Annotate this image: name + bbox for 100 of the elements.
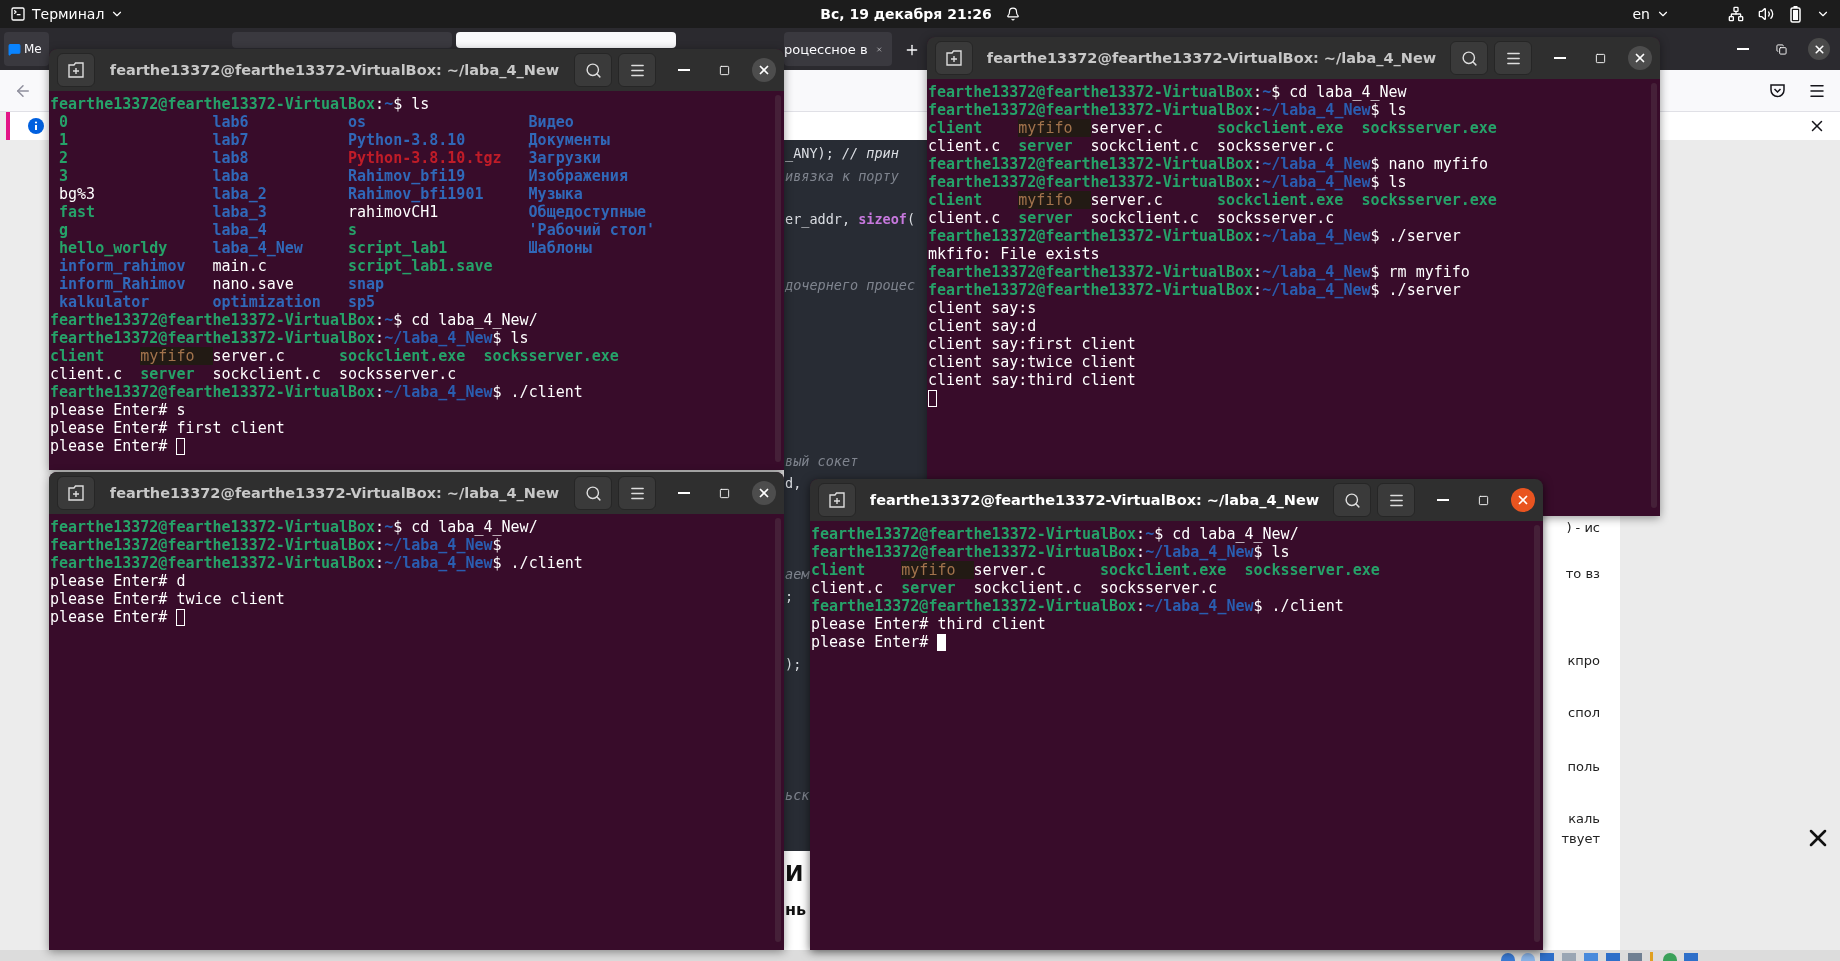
app-menu[interactable]: Терминал	[10, 6, 125, 22]
new-tab-icon	[828, 491, 846, 509]
file-name: snap	[348, 275, 386, 293]
list-item[interactable]: кпро	[1567, 651, 1600, 671]
file-name: lab6	[212, 113, 250, 131]
heading-text: И	[785, 861, 804, 886]
file-name: lab7	[212, 131, 250, 149]
close-button[interactable]	[1808, 38, 1830, 60]
file-name: 'Рабочий стол'	[528, 221, 656, 239]
battery-icon[interactable]	[1788, 5, 1802, 23]
browser-tab[interactable]: роцессное в	[784, 32, 892, 66]
terminal-line: fearthe13372@fearthe13372-VirtualBox:~$ cd laba_4_New/	[50, 311, 538, 329]
terminal-line: fearthe13372@fearthe13372-VirtualBox:~/laba_4_New$ ./client	[50, 554, 583, 572]
new-tab-button[interactable]	[818, 483, 856, 517]
list-item[interactable]: поль	[1567, 757, 1600, 777]
close-icon	[1516, 493, 1530, 507]
minimize-icon	[678, 492, 690, 494]
close-button[interactable]	[1628, 46, 1652, 70]
terminal-line: fearthe13372@fearthe13372-VirtualBox:~/laba_4_New$ rm myfifo	[928, 263, 1470, 281]
code-line: дочернего процес	[785, 276, 916, 295]
minimize-icon	[1554, 57, 1566, 59]
heading-text: нь	[785, 900, 807, 919]
close-icon	[757, 63, 771, 77]
menu-button[interactable]	[1377, 483, 1415, 517]
new-tab-button[interactable]	[935, 41, 973, 75]
terminal-line: please Enter# twice client	[50, 590, 285, 608]
file-name: client	[928, 119, 984, 137]
clock[interactable]: Вс, 19 декабря 21:26	[820, 6, 992, 22]
file-name: script_lab1.save	[348, 257, 494, 275]
terminal-line: please Enter# d	[50, 572, 186, 590]
code-line: аем	[785, 565, 810, 584]
file-name: server	[140, 365, 196, 383]
code-line: _ANY); // прин	[785, 144, 899, 164]
browser-tab[interactable]: Ме	[4, 32, 49, 66]
file-name: myfifo	[140, 347, 213, 365]
list-item[interactable]: спол	[1568, 703, 1600, 723]
terminal-line: client say:d	[928, 317, 1037, 335]
file-name: Изображения	[528, 167, 629, 185]
menu-button[interactable]	[618, 476, 656, 510]
search-button[interactable]	[1450, 41, 1488, 75]
volume-icon[interactable]	[1758, 6, 1774, 22]
maximize-icon	[1477, 494, 1489, 506]
terminal-line: fearthe13372@fearthe13372-VirtualBox:~/laba_4_New$ nano myfifo	[928, 155, 1488, 173]
network-icon[interactable]	[1728, 6, 1744, 22]
terminal-line: client say:twice client	[928, 353, 1136, 371]
code-line: );	[785, 655, 802, 674]
file-name: Музыка	[528, 185, 584, 203]
window-title: fearthe13372@fearthe13372-VirtualBox: ~/laba_4_New	[985, 50, 1438, 66]
search-button[interactable]	[574, 476, 612, 510]
file-name: Rahimov_bfi1901	[348, 185, 485, 203]
file-name: script_lab1	[348, 239, 449, 257]
file-name: client	[50, 347, 106, 365]
file-name: laba_2	[212, 185, 268, 203]
new-tab-button[interactable]	[57, 53, 95, 87]
code-line: ;	[785, 587, 794, 606]
menu-button[interactable]	[618, 53, 656, 87]
file-name: sockclient.c	[973, 579, 1083, 597]
file-name: Шаблоны	[528, 239, 593, 257]
close-button[interactable]	[752, 481, 776, 505]
file-name: client	[811, 561, 867, 579]
file-name: sockclient.exe	[1099, 561, 1228, 579]
file-name: sockclient.c	[212, 365, 322, 383]
new-tab-icon	[67, 484, 85, 502]
terminal-line: fearthe13372@fearthe13372-VirtualBox:~/laba_4_New$ ./server	[928, 227, 1461, 245]
new-tab-button[interactable]	[57, 476, 95, 510]
terminal-line: fearthe13372@fearthe13372-VirtualBox:~/laba_4_New$ ls	[928, 101, 1407, 119]
file-name: g	[59, 221, 70, 239]
code-line: er_addr, sizeof(	[785, 210, 916, 230]
language-menu[interactable]: en	[1632, 6, 1670, 22]
maximize-icon	[1594, 52, 1606, 64]
terminal-line: please Enter#	[50, 608, 168, 626]
file-name: sockclient.exe	[1216, 191, 1345, 209]
search-button[interactable]	[574, 53, 612, 87]
close-button[interactable]	[752, 58, 776, 82]
close-icon	[1633, 51, 1647, 65]
terminal-line: please Enter#	[811, 633, 929, 651]
restore-icon	[1775, 43, 1787, 55]
file-name: rahimovCH1	[348, 203, 440, 221]
close-icon	[757, 486, 771, 500]
file-name: server.c	[1090, 119, 1164, 137]
code-line: ьск	[785, 786, 810, 805]
list-item[interactable]: ) - ис	[1566, 518, 1600, 538]
file-name: laba	[212, 167, 250, 185]
search-button[interactable]	[1333, 483, 1371, 517]
search-icon	[1460, 49, 1478, 67]
close-button[interactable]	[1511, 488, 1535, 512]
file-name: Видео	[528, 113, 575, 131]
terminal-line: fearthe13372@fearthe13372-VirtualBox:~/laba_4_New$	[50, 536, 502, 554]
file-name: myfifo	[1018, 191, 1091, 209]
file-name: server	[901, 579, 957, 597]
file-name: sp5	[348, 293, 377, 311]
maximize-icon	[718, 487, 730, 499]
list-item[interactable]: каль твует	[1561, 809, 1600, 849]
file-name: 1	[59, 131, 70, 149]
terminal-line: fearthe13372@fearthe13372-VirtualBox:~$ cd laba_4_New	[928, 83, 1407, 101]
menu-button[interactable]	[1494, 41, 1532, 75]
file-name: s	[348, 221, 358, 239]
window-title: fearthe13372@fearthe13372-VirtualBox: ~/laba_4_New	[108, 485, 561, 501]
file-name: 0	[59, 113, 70, 131]
list-item[interactable]: то вз	[1565, 564, 1600, 584]
